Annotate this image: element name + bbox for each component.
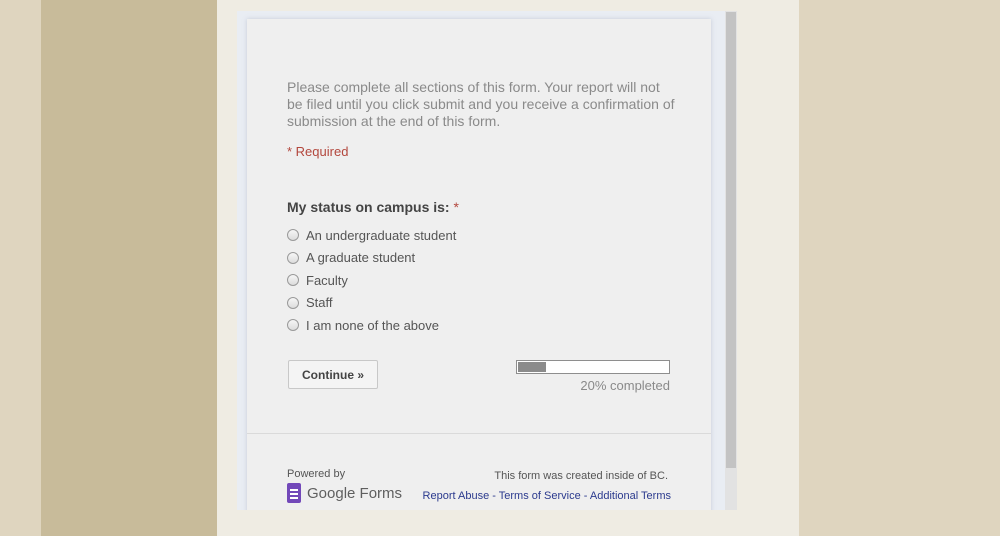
required-note: * Required — [287, 144, 349, 159]
google-forms-logo-text: Google Forms — [307, 484, 403, 502]
radio-option-staff[interactable]: Staff — [287, 292, 456, 315]
radio-option-label: An undergraduate student — [306, 227, 457, 243]
report-abuse-link[interactable]: Report Abuse — [423, 490, 490, 502]
radio-option-none[interactable]: I am none of the above — [287, 314, 456, 337]
footer-divider — [247, 433, 711, 434]
radio-group-campus-status: An undergraduate student A graduate stud… — [287, 224, 456, 337]
question-title-text: My status on campus is: — [287, 199, 450, 215]
google-forms-logo[interactable]: Google Forms — [287, 483, 402, 503]
form-card: Please complete all sections of this for… — [247, 19, 711, 510]
radio-option-undergraduate[interactable]: An undergraduate student — [287, 224, 456, 247]
radio-option-graduate[interactable]: A graduate student — [287, 247, 456, 270]
radio-option-label: I am none of the above — [306, 317, 439, 333]
powered-by-label: Powered by — [287, 468, 346, 480]
scrollbar-thumb[interactable] — [726, 12, 736, 468]
question-title: My status on campus is: * — [287, 199, 459, 215]
radio-option-label: Faculty — [306, 272, 348, 288]
radio-button[interactable] — [287, 229, 299, 242]
terms-of-service-link[interactable]: Terms of Service — [499, 490, 581, 502]
additional-terms-link[interactable]: Additional Terms — [590, 490, 671, 502]
radio-button[interactable] — [287, 296, 299, 309]
required-star: * — [453, 199, 459, 215]
radio-button[interactable] — [287, 274, 299, 287]
page-margin-left — [0, 0, 41, 536]
form-description: Please complete all sections of this for… — [287, 79, 675, 129]
radio-option-label: A graduate student — [306, 250, 416, 266]
google-forms-icon — [287, 483, 301, 503]
continue-button[interactable]: Continue » — [288, 360, 378, 389]
link-separator: - — [489, 490, 499, 502]
frame-scrollbar[interactable] — [725, 11, 737, 510]
link-separator: - — [580, 490, 590, 502]
radio-button[interactable] — [287, 251, 299, 264]
radio-option-label: Staff — [306, 295, 333, 311]
radio-button[interactable] — [287, 319, 299, 332]
progress-fill — [518, 362, 547, 372]
progress-bar — [516, 360, 670, 374]
radio-option-faculty[interactable]: Faculty — [287, 269, 456, 292]
embedded-form-frame: Please complete all sections of this for… — [237, 11, 737, 510]
footer-links: Report Abuse - Terms of Service - Additi… — [423, 490, 671, 502]
progress-text: 20% completed — [580, 378, 670, 393]
created-note: This form was created inside of BC. — [494, 470, 668, 482]
page-sidebar-band — [41, 0, 217, 536]
page-margin-right — [799, 0, 1000, 536]
